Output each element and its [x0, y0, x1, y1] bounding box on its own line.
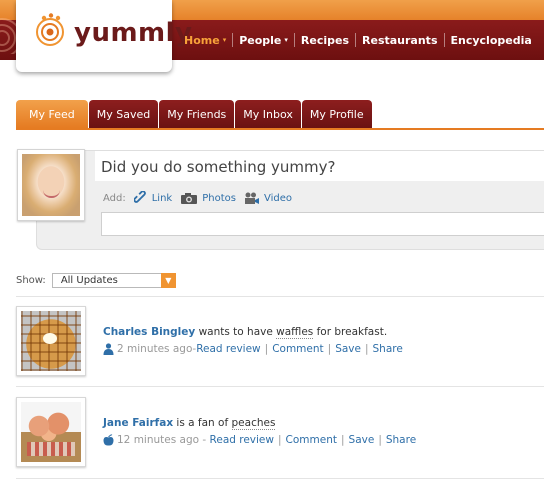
- link-label: Link: [151, 192, 173, 204]
- peaches-photo: [21, 402, 81, 462]
- user-avatar[interactable]: [17, 149, 85, 221]
- main-nav: Home ▾ People ▾ Recipes Restaurants Ency…: [178, 20, 538, 60]
- tab-my-inbox[interactable]: My Inbox: [235, 100, 301, 128]
- separator: |: [378, 434, 382, 446]
- user-name-link[interactable]: Charles Bingley: [103, 326, 195, 338]
- nav-people-label: People: [239, 33, 282, 47]
- feed-item-text: Jane Fairfax is a fan of peaches: [103, 417, 276, 430]
- photos-label: Photos: [202, 192, 236, 204]
- separator: |: [340, 434, 345, 446]
- attachment-options: Add: Link Photos Video: [103, 190, 300, 206]
- nav-item-people[interactable]: People ▾: [233, 34, 294, 47]
- dash: -: [199, 434, 210, 446]
- nav-item-restaurants[interactable]: Restaurants: [356, 34, 443, 47]
- nav-encyclopedia-label: Encyclopedia: [450, 33, 532, 47]
- yummly-logo-icon: [36, 13, 64, 46]
- nav-item-home[interactable]: Home ▾: [178, 34, 232, 47]
- add-photos-button[interactable]: Photos: [180, 192, 236, 205]
- tab-my-profile[interactable]: My Profile: [301, 100, 372, 128]
- updates-filter-select[interactable]: All Updates ▼: [51, 273, 176, 288]
- avatar-photo: [22, 154, 80, 216]
- activity-text: wants to have: [195, 326, 277, 338]
- feed-tabs: My Feed My Saved My Friends My Inbox My …: [16, 100, 373, 128]
- tab-my-saved[interactable]: My Saved: [88, 100, 159, 128]
- divider: [16, 386, 544, 387]
- tab-my-friends[interactable]: My Friends: [159, 100, 235, 128]
- apple-icon: [103, 434, 114, 446]
- subject-link[interactable]: waffles: [276, 326, 314, 339]
- comment-link[interactable]: Comment: [272, 343, 323, 355]
- status-input[interactable]: [101, 212, 544, 236]
- selected-filter-value: All Updates: [60, 275, 118, 286]
- show-label: Show:: [16, 275, 46, 286]
- tab-my-feed[interactable]: My Feed: [16, 100, 88, 128]
- nav-item-encyclopedia[interactable]: Encyclopedia: [445, 34, 538, 47]
- subject-link[interactable]: peaches: [231, 417, 276, 430]
- nav-item-recipes[interactable]: Recipes: [295, 34, 355, 47]
- separator: |: [264, 343, 269, 355]
- person-icon: [103, 343, 114, 355]
- separator: |: [364, 343, 369, 355]
- feed-item-image[interactable]: [16, 306, 86, 376]
- waffles-photo: [21, 311, 81, 371]
- activity-text: for breakfast.: [313, 326, 388, 338]
- user-name-link[interactable]: Jane Fairfax: [103, 417, 173, 429]
- nav-recipes-label: Recipes: [300, 33, 350, 47]
- activity-text: is a fan of: [173, 417, 232, 429]
- nav-home-label: Home: [184, 33, 220, 47]
- add-video-button[interactable]: Video: [244, 192, 292, 205]
- logo[interactable]: yummly: [16, 0, 192, 72]
- brand-name: yummly: [74, 18, 193, 48]
- read-review-link[interactable]: Read review: [196, 343, 260, 355]
- tab-underline: [16, 128, 544, 130]
- separator: |: [327, 343, 332, 355]
- dropdown-arrow-icon: ▼: [160, 273, 176, 288]
- share-link[interactable]: Share: [386, 434, 416, 446]
- timestamp: 2 minutes ago: [117, 343, 193, 355]
- save-link[interactable]: Save: [335, 343, 361, 355]
- composer-prompt: Did you do something yummy?: [101, 158, 336, 176]
- link-icon: [133, 191, 146, 203]
- divider: [16, 296, 544, 297]
- divider: [16, 478, 544, 479]
- chevron-down-icon: ▾: [284, 36, 288, 44]
- feed-item-image[interactable]: [16, 397, 86, 467]
- comment-link[interactable]: Comment: [286, 434, 337, 446]
- separator: |: [277, 434, 282, 446]
- read-review-link[interactable]: Read review: [210, 434, 274, 446]
- share-link[interactable]: Share: [373, 343, 403, 355]
- feed-item-meta: 12 minutes ago - Read review | Comment |…: [103, 434, 416, 446]
- save-link[interactable]: Save: [349, 434, 375, 446]
- video-label: Video: [263, 192, 292, 204]
- add-label: Add:: [103, 192, 126, 204]
- feed-filter: Show: All Updates ▼: [16, 272, 176, 289]
- nav-restaurants-label: Restaurants: [362, 33, 438, 47]
- video-camera-icon: [244, 192, 259, 204]
- chevron-down-icon: ▾: [222, 36, 227, 44]
- timestamp: 12 minutes ago: [117, 434, 200, 446]
- feed-item-meta: 2 minutes ago - Read review | Comment | S…: [103, 343, 403, 355]
- camera-icon: [181, 192, 198, 204]
- feed-item-text: Charles Bingley wants to have waffles fo…: [103, 326, 388, 339]
- add-link-button[interactable]: Link: [133, 191, 173, 205]
